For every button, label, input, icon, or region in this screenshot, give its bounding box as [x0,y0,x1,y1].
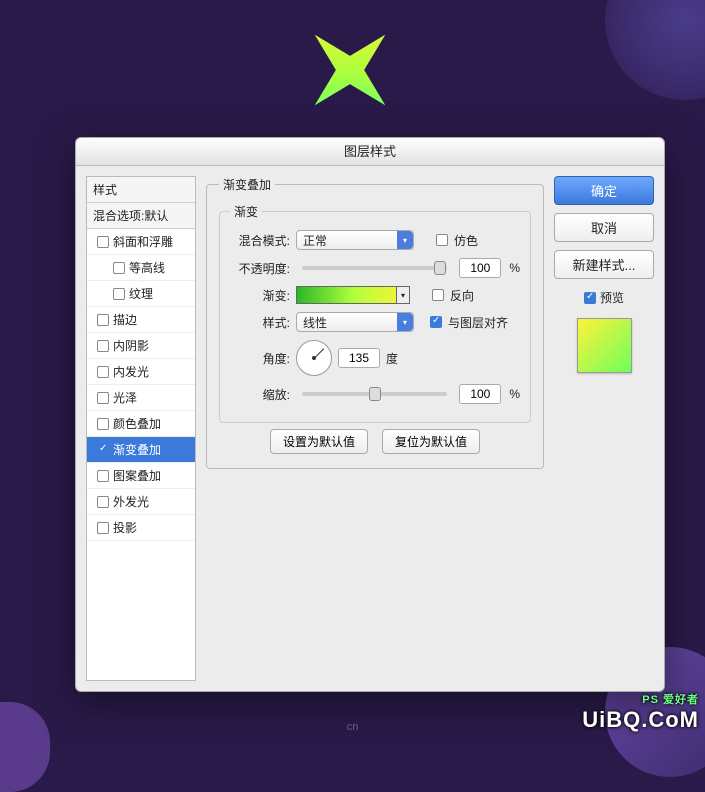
action-panel: 确定 取消 新建样式... 预览 [554,176,654,681]
inner-legend: 渐变 [230,203,262,220]
style-checkbox[interactable] [97,470,109,482]
style-item-1[interactable]: 等高线 [87,255,195,281]
style-checkbox[interactable] [97,392,109,404]
set-default-button[interactable]: 设置为默认值 [270,429,368,454]
style-item-2[interactable]: 纹理 [87,281,195,307]
opacity-slider[interactable] [302,266,447,270]
layer-style-dialog: 图层样式 样式 混合选项:默认 斜面和浮雕等高线纹理描边内阴影内发光光泽颜色叠加… [75,137,665,692]
reset-default-button[interactable]: 复位为默认值 [382,429,480,454]
scale-label: 缩放: [230,386,290,403]
style-item-label: 渐变叠加 [113,441,161,458]
style-checkbox[interactable] [97,522,109,534]
gradient-picker[interactable]: ▾ [296,286,410,304]
bg-shape-bottom-left [0,702,50,792]
settings-panel: 渐变叠加 渐变 混合模式: 正常 ▾ 仿色 不透明度: [206,176,544,681]
style-label: 样式: [230,314,290,331]
style-checkbox[interactable] [97,444,109,456]
bg-circle-top [605,0,705,100]
styles-list-panel: 样式 混合选项:默认 斜面和浮雕等高线纹理描边内阴影内发光光泽颜色叠加渐变叠加图… [86,176,196,681]
percent-sign: % [509,261,520,275]
style-item-label: 光泽 [113,389,137,406]
reverse-label: 反向 [450,287,474,304]
new-style-button[interactable]: 新建样式... [554,250,654,279]
style-item-label: 内阴影 [113,337,149,354]
chevron-down-icon[interactable]: ▾ [396,286,410,304]
watermark: PS 爱好者 UiBQ.CoM [582,695,699,733]
style-item-4[interactable]: 内阴影 [87,333,195,359]
style-item-0[interactable]: 斜面和浮雕 [87,229,195,255]
chevron-down-icon: ▾ [397,313,413,331]
style-item-11[interactable]: 投影 [87,515,195,541]
gradient-overlay-group: 渐变叠加 渐变 混合模式: 正常 ▾ 仿色 不透明度: [206,176,544,469]
gradient-label: 渐变: [230,287,290,304]
style-item-label: 斜面和浮雕 [113,233,173,250]
style-item-label: 纹理 [129,285,153,302]
style-checkbox[interactable] [97,314,109,326]
preview-label: 预览 [600,289,624,306]
style-item-6[interactable]: 光泽 [87,385,195,411]
ok-button[interactable]: 确定 [554,176,654,205]
style-item-label: 内发光 [113,363,149,380]
angle-dial[interactable] [296,340,332,376]
cancel-button[interactable]: 取消 [554,213,654,242]
blending-options-default[interactable]: 混合选项:默认 [87,203,195,229]
style-checkbox[interactable] [97,366,109,378]
dither-label: 仿色 [454,232,478,249]
preview-swatch [577,318,632,373]
chevron-down-icon: ▾ [397,231,413,249]
style-checkbox[interactable] [113,288,125,300]
style-item-label: 颜色叠加 [113,415,161,432]
opacity-input[interactable] [459,258,501,278]
style-item-label: 外发光 [113,493,149,510]
sparkle-graphic [290,10,410,130]
style-checkbox[interactable] [113,262,125,274]
style-item-9[interactable]: 图案叠加 [87,463,195,489]
style-item-label: 描边 [113,311,137,328]
blend-mode-select[interactable]: 正常 ▾ [296,230,414,250]
style-checkbox[interactable] [97,236,109,248]
scale-input[interactable] [459,384,501,404]
styles-header[interactable]: 样式 [87,177,195,203]
align-with-layer-label: 与图层对齐 [448,314,508,331]
align-with-layer-checkbox[interactable] [430,316,442,328]
style-item-label: 等高线 [129,259,165,276]
style-checkbox[interactable] [97,418,109,430]
dialog-title: 图层样式 [76,138,664,166]
angle-input[interactable] [338,348,380,368]
style-checkbox[interactable] [97,340,109,352]
dither-checkbox[interactable] [436,234,448,246]
opacity-label: 不透明度: [230,260,290,277]
angle-label: 角度: [230,350,290,367]
group-legend: 渐变叠加 [219,176,275,193]
style-checkbox[interactable] [97,496,109,508]
blend-mode-label: 混合模式: [230,232,290,249]
gradient-inner-group: 渐变 混合模式: 正常 ▾ 仿色 不透明度: [219,203,531,423]
style-item-3[interactable]: 描边 [87,307,195,333]
style-item-label: 图案叠加 [113,467,161,484]
percent-sign-2: % [509,387,520,401]
preview-checkbox[interactable] [584,292,596,304]
reverse-checkbox[interactable] [432,289,444,301]
footer-mark: cn [347,721,359,733]
style-item-7[interactable]: 颜色叠加 [87,411,195,437]
style-item-5[interactable]: 内发光 [87,359,195,385]
style-item-label: 投影 [113,519,137,536]
style-select[interactable]: 线性 ▾ [296,312,414,332]
scale-slider[interactable] [302,392,447,396]
style-item-8[interactable]: 渐变叠加 [87,437,195,463]
angle-unit: 度 [386,350,398,367]
style-item-10[interactable]: 外发光 [87,489,195,515]
